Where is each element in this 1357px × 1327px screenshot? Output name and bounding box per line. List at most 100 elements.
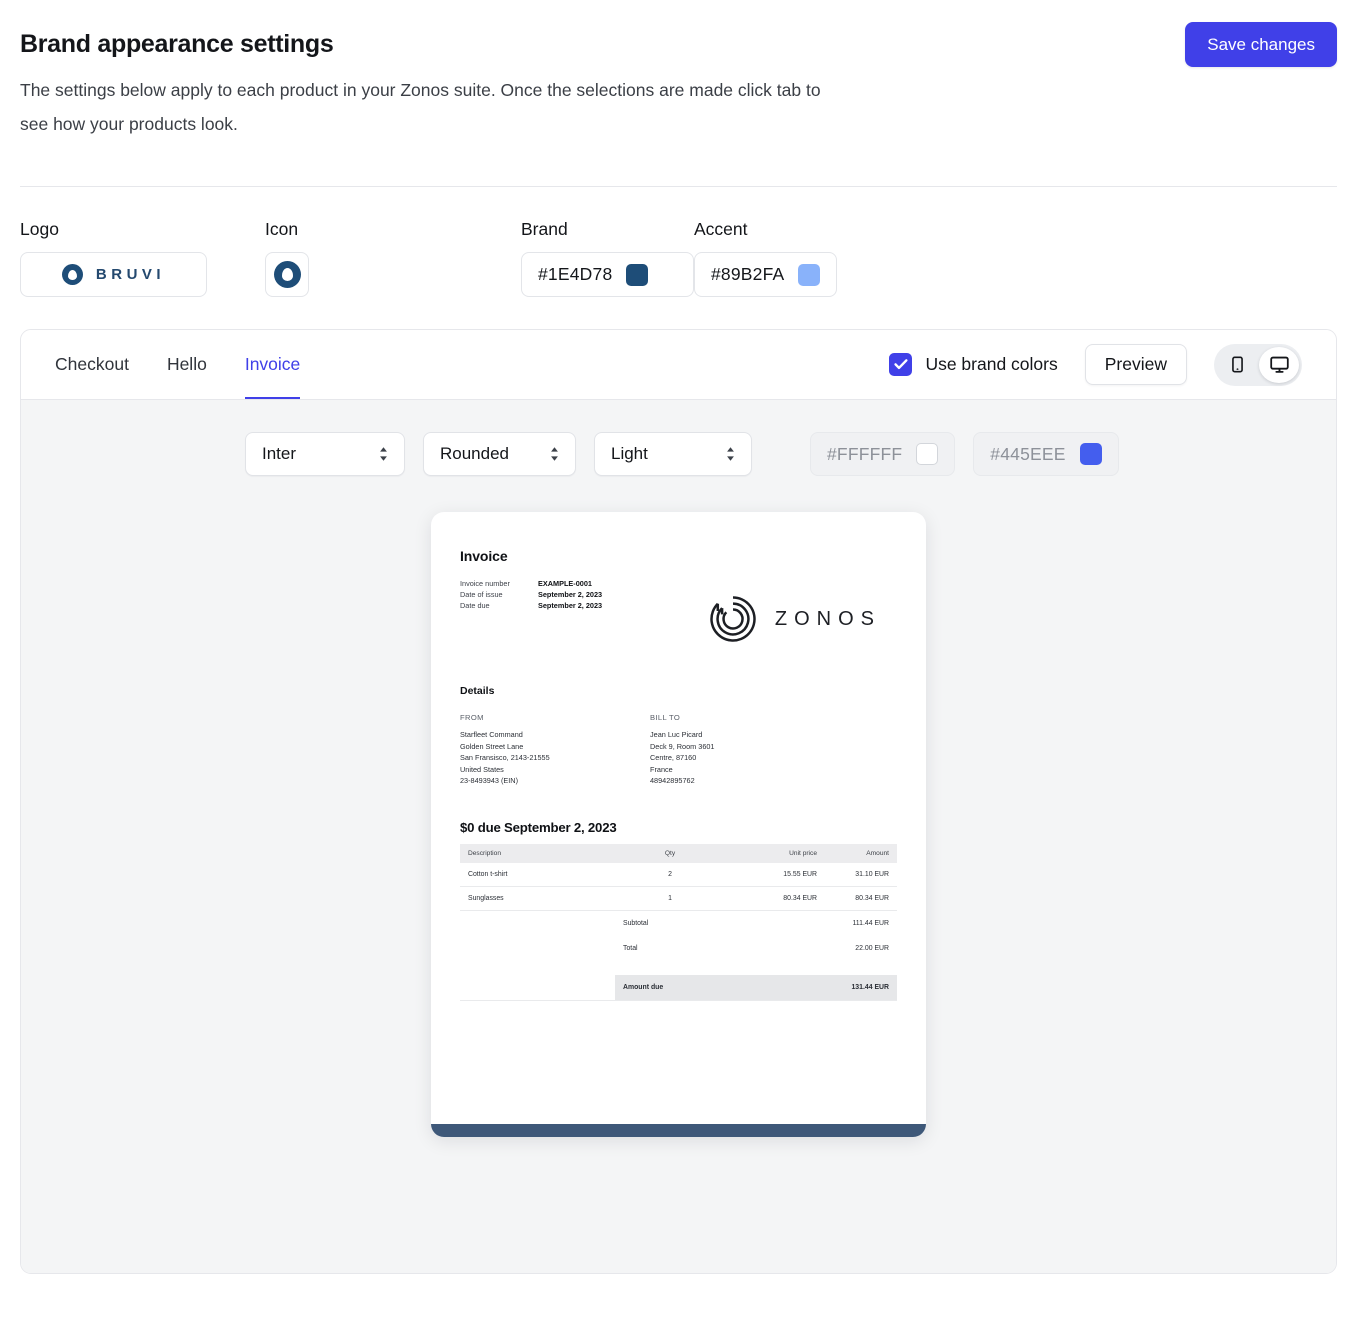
zonos-wordmark: ZONOS [774, 607, 881, 630]
from-line: Starfleet Command [460, 730, 523, 739]
chevron-updown-icon [551, 447, 558, 461]
spacer-cell [460, 936, 615, 961]
subtotal-label: Subtotal [623, 919, 649, 927]
toolbar-right-group: Use brand colors Preview [889, 343, 1302, 386]
cell-description: Sunglasses [460, 886, 615, 911]
header-text-block: Brand appearance settings The settings b… [20, 0, 830, 141]
amount-due-value: 131.44 EUR [825, 974, 897, 1001]
zonos-logo-icon [710, 596, 756, 642]
icon-label: Icon [265, 219, 299, 239]
preview-panel-toolbar: Checkout Hello Invoice Use brand colors … [21, 330, 1336, 400]
total-label: Total [623, 944, 638, 952]
amount-due-row: Amount due 131.44 EUR [460, 974, 897, 1001]
cell-qty: 1 [615, 886, 725, 911]
totals-gap-row [460, 961, 897, 975]
icon-field-group: Icon [265, 219, 521, 297]
invoice-preview-wrapper: Invoice Invoice number EXAMPLE-0001 Date… [21, 512, 1336, 1137]
corners-select[interactable]: Rounded [423, 432, 576, 476]
device-desktop-button[interactable] [1259, 346, 1299, 383]
header-divider [20, 186, 1337, 187]
page-subtitle: The settings below apply to each product… [20, 80, 821, 134]
tab-invoice[interactable]: Invoice [244, 330, 301, 399]
subtotal-value: 111.44 EUR [852, 919, 889, 927]
invoice-footer-bar [431, 1124, 926, 1137]
preview-canvas: Inter Rounded Light #FFFFFF #445EEE Invo… [21, 400, 1336, 1273]
brand-color-group: Brand #1E4D78 [521, 219, 694, 297]
table-row: Cotton t-shirt 2 15.55 EUR 31.10 EUR [460, 862, 897, 887]
logo-field-group: Logo BRUVI [20, 219, 265, 297]
brand-color-input[interactable]: #1E4D78 [521, 252, 694, 297]
cell-amount: 80.34 EUR [825, 886, 897, 911]
col-amount: Amount [825, 843, 897, 863]
date-of-issue-label: Date of issue [460, 590, 503, 599]
invoice-title: Invoice [460, 548, 508, 564]
invoice-billto-block: BILL TO Jean Luc Picard Deck 9, Room 360… [650, 713, 840, 787]
bruvi-droplet-icon [61, 264, 83, 285]
table-row: Sunglasses 1 80.34 EUR 80.34 EUR [460, 886, 897, 911]
from-line: United States [460, 764, 504, 774]
col-qty: Qty [615, 843, 725, 863]
spacer-cell [460, 910, 615, 936]
accent-color-label: Accent [694, 219, 748, 239]
from-line: San Fransisco, 2143-21555 [460, 753, 550, 763]
mobile-icon [1231, 356, 1243, 373]
invoice-number-label: Invoice number [460, 579, 510, 588]
from-heading: FROM [460, 713, 484, 722]
spacer-cell [460, 974, 615, 1001]
subtotal-row: Subtotal 111.44 EUR [460, 910, 897, 936]
preview-button[interactable]: Preview [1084, 344, 1187, 385]
font-select-value: Inter [262, 444, 297, 463]
foreground-color-field: #445EEE [973, 432, 1119, 476]
invoice-line-items-table: Description Qty Unit price Amount Cotton… [460, 843, 897, 1001]
cell-unit-price: 80.34 EUR [725, 886, 825, 911]
billto-line: Jean Luc Picard [650, 730, 703, 739]
logo-label: Logo [20, 219, 59, 239]
billto-heading: BILL TO [650, 713, 681, 722]
page-title: Brand appearance settings [20, 30, 334, 58]
chevron-updown-icon [727, 447, 734, 461]
logo-upload-box[interactable]: BRUVI [20, 252, 207, 297]
table-header-row: Description Qty Unit price Amount [460, 843, 897, 863]
use-brand-colors-label: Use brand colors [925, 354, 1058, 374]
preview-style-controls: Inter Rounded Light #FFFFFF #445EEE [21, 432, 1336, 476]
accent-color-group: Accent #89B2FA [694, 219, 838, 297]
accent-color-swatch[interactable] [798, 263, 821, 286]
invoice-amount-due-heading: $0 due September 2, 2023 [460, 819, 617, 835]
desktop-icon [1269, 356, 1289, 373]
bruvi-icon [273, 261, 301, 288]
tab-hello[interactable]: Hello [167, 330, 207, 399]
accent-color-input[interactable]: #89B2FA [694, 252, 838, 297]
cell-description: Cotton t-shirt [460, 862, 615, 887]
device-mobile-button[interactable] [1217, 347, 1257, 383]
col-description: Description [460, 843, 615, 863]
device-toggle-group [1214, 343, 1302, 386]
brand-fields-row: Logo BRUVI Icon Brand #1E4D78 Accent #89… [20, 219, 1337, 297]
foreground-color-swatch [1079, 443, 1102, 465]
tab-checkout[interactable]: Checkout [55, 330, 129, 399]
icon-upload-box[interactable] [265, 252, 309, 297]
theme-select[interactable]: Light [594, 432, 752, 476]
page-header: Brand appearance settings The settings b… [20, 0, 1337, 141]
use-brand-colors-checkbox[interactable]: Use brand colors [889, 353, 1058, 376]
background-color-field: #FFFFFF [810, 432, 956, 476]
total-row: Total 22.00 EUR [460, 936, 897, 961]
invoice-brandmark: ZONOS [708, 594, 881, 644]
col-unit-price: Unit price [725, 843, 825, 863]
chevron-updown-icon [380, 447, 387, 461]
cell-amount: 31.10 EUR [825, 862, 897, 887]
background-color-value: #FFFFFF [827, 443, 903, 464]
total-value: 22.00 EUR [855, 944, 889, 952]
corners-select-value: Rounded [440, 444, 510, 463]
brand-color-swatch[interactable] [626, 263, 649, 286]
brand-color-label: Brand [521, 219, 568, 239]
theme-select-value: Light [611, 444, 648, 463]
font-select[interactable]: Inter [245, 432, 405, 476]
cell-unit-price: 15.55 EUR [725, 862, 825, 887]
save-changes-button[interactable]: Save changes [1185, 22, 1337, 67]
foreground-color-value: #445EEE [990, 443, 1066, 464]
from-line: Golden Street Lane [460, 741, 524, 751]
from-line: 23-8493943 (EIN) [460, 776, 519, 786]
preview-tabs: Checkout Hello Invoice [55, 330, 301, 399]
background-color-swatch [916, 443, 939, 465]
invoice-number-value: EXAMPLE-0001 [538, 579, 592, 588]
